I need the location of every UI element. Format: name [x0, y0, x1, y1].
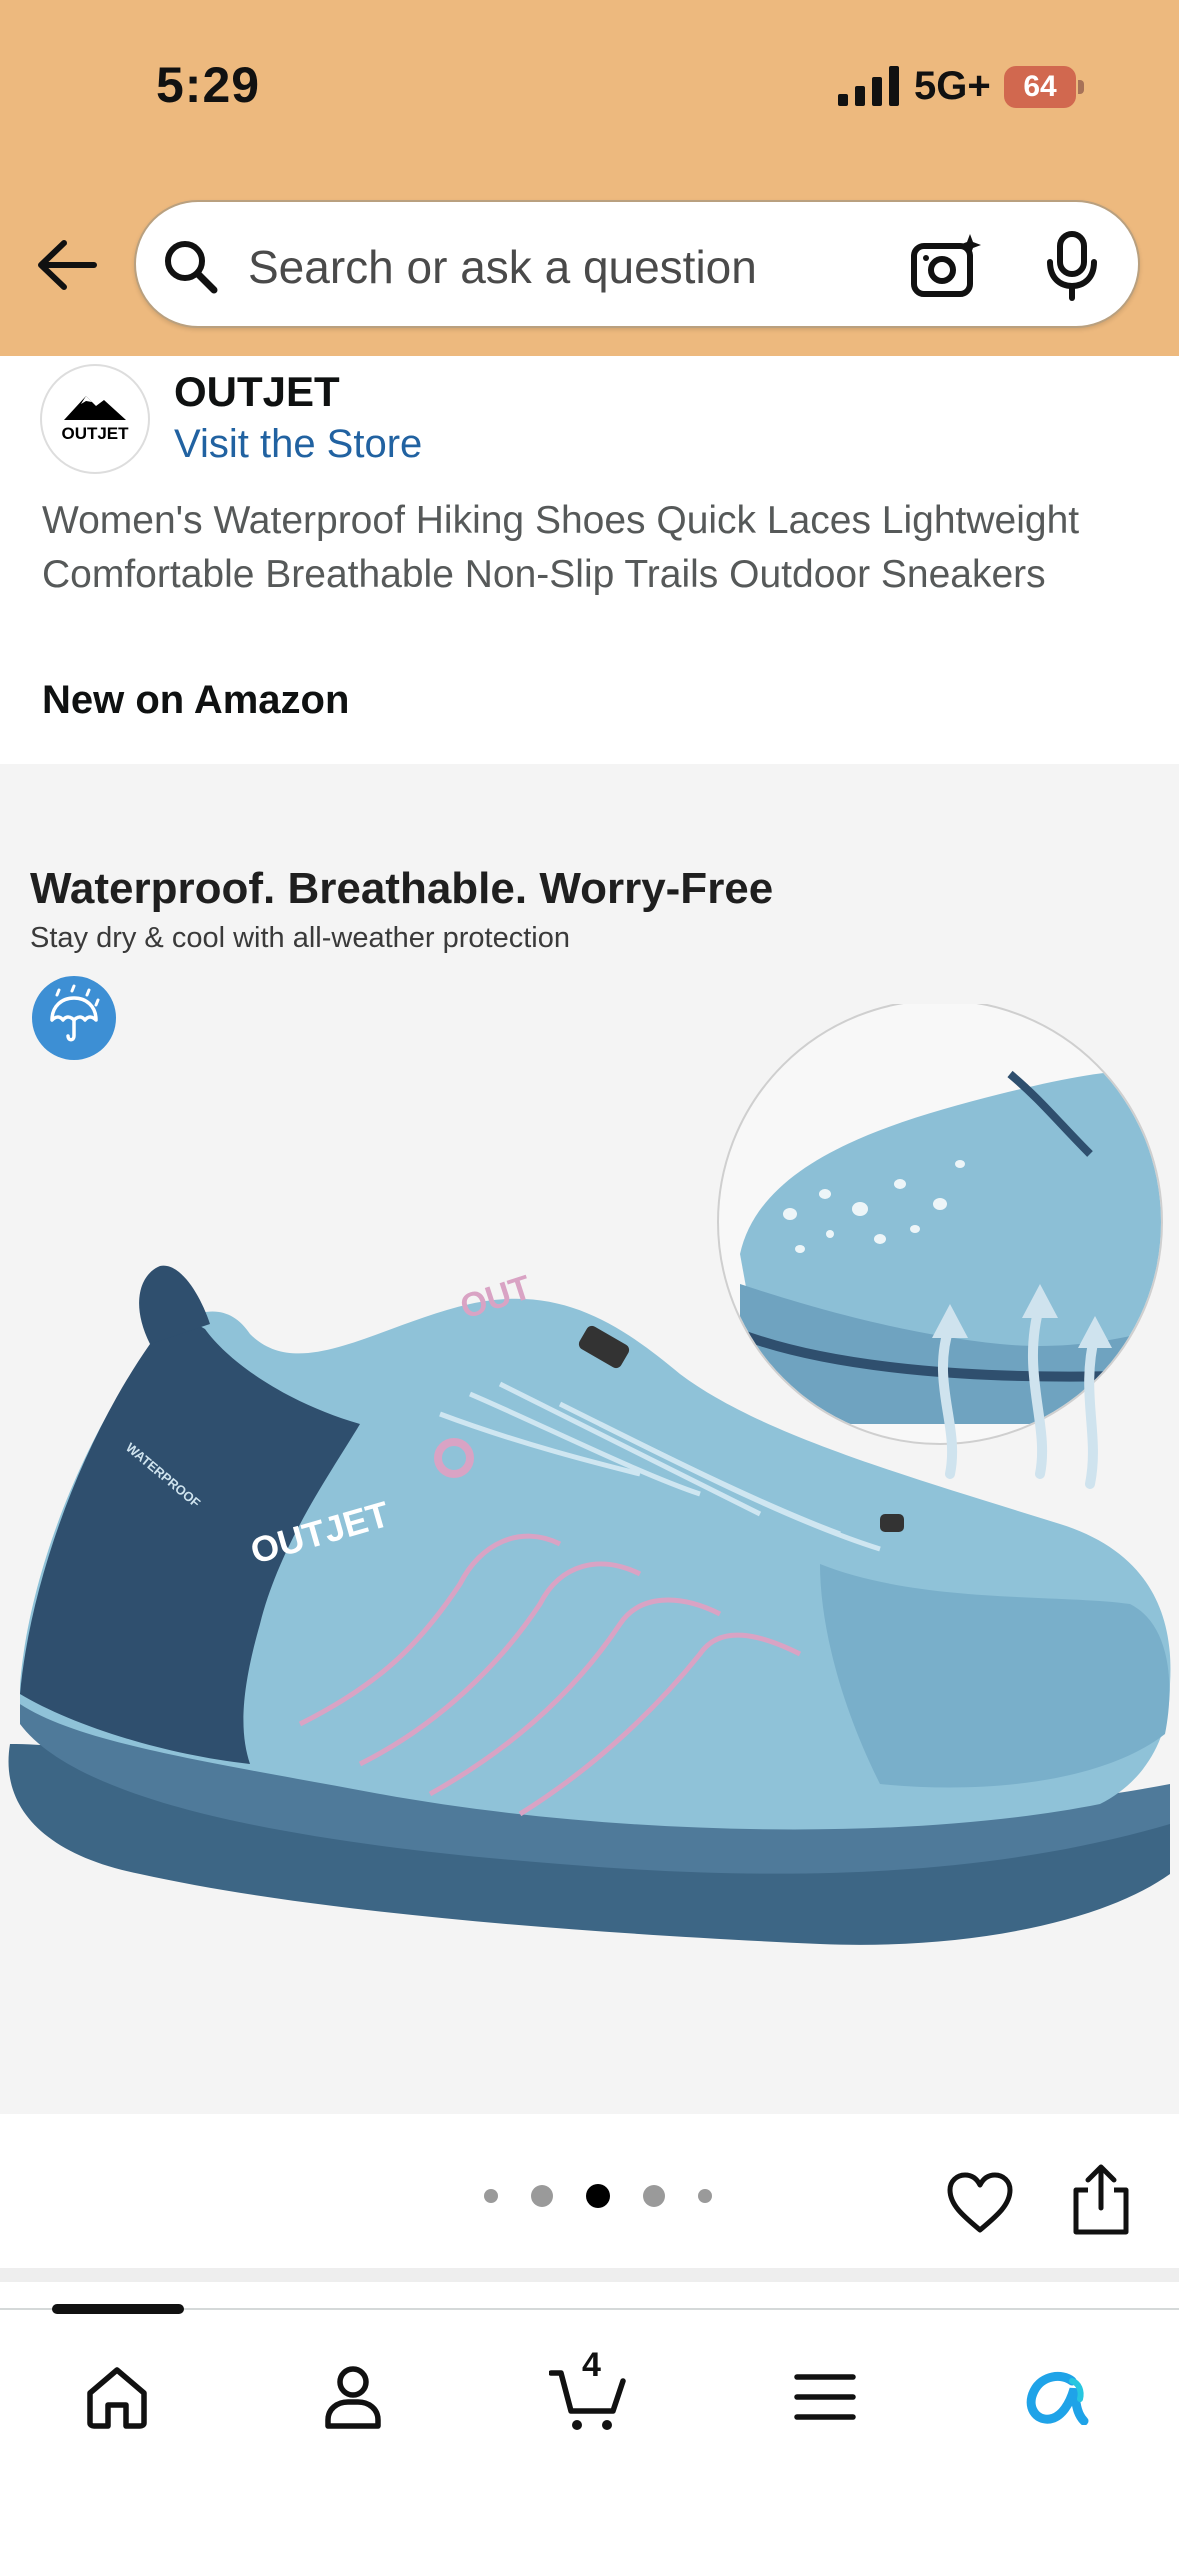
microphone-icon[interactable]: [1044, 230, 1100, 302]
carousel-controls: [0, 2114, 1179, 2268]
menu-icon: [794, 2374, 856, 2420]
home-icon: [87, 2367, 147, 2429]
section-divider: [0, 2268, 1179, 2282]
pagination-dot[interactable]: [484, 2189, 498, 2203]
nav-account[interactable]: [308, 2352, 398, 2442]
battery-icon: 64: [1004, 66, 1086, 108]
new-on-amazon-badge: New on Amazon: [42, 678, 350, 722]
bottom-navigation: 4: [0, 2304, 1179, 2556]
heart-icon[interactable]: [946, 2172, 1014, 2234]
nav-cart[interactable]: 4: [544, 2346, 634, 2442]
product-image[interactable]: Waterproof. Breathable. Worry-Free Stay …: [0, 764, 1179, 2114]
battery-level: 64: [1004, 66, 1076, 108]
pagination-dot-active[interactable]: [586, 2184, 610, 2208]
network-type: 5G+: [914, 64, 991, 108]
cart-count: 4: [582, 2346, 601, 2384]
nav-rufus[interactable]: [1014, 2352, 1104, 2442]
store-name: OUTJET: [174, 368, 340, 415]
image-heading: Waterproof. Breathable. Worry-Free: [30, 864, 774, 913]
back-arrow-icon: [38, 240, 97, 290]
camera-search-icon[interactable]: [910, 232, 982, 300]
product-title: Women's Waterproof Hiking Shoes Quick La…: [42, 499, 1080, 596]
hiking-shoe-illustration: OUTJET WATERPROOF OUT: [8, 1004, 1171, 1945]
back-button[interactable]: [30, 228, 104, 302]
search-bar[interactable]: Search or ask a question: [134, 200, 1140, 328]
pagination-dot[interactable]: [698, 2189, 712, 2203]
store-logo[interactable]: OUTJET: [40, 364, 150, 474]
search-input[interactable]: Search or ask a question: [248, 240, 757, 294]
nav-menu[interactable]: [780, 2352, 870, 2442]
rufus-icon: [1026, 2371, 1089, 2425]
share-icon[interactable]: [1070, 2162, 1132, 2236]
status-time: 5:29: [156, 57, 261, 113]
search-icon: [165, 241, 218, 294]
pagination-dot[interactable]: [531, 2185, 553, 2207]
nav-home[interactable]: [72, 2352, 162, 2442]
app-header: 5:29 5G+ 64 Search or ask a question: [0, 0, 1179, 356]
account-icon: [325, 2366, 381, 2429]
image-subheading: Stay dry & cool with all-weather protect…: [30, 922, 570, 954]
cellular-signal-icon: [838, 66, 899, 106]
active-tab-indicator: [52, 2304, 184, 2314]
visit-store-link[interactable]: Visit the Store: [174, 422, 422, 467]
image-pagination[interactable]: [484, 2184, 745, 2208]
mountain-logo-icon: [64, 396, 126, 420]
pagination-dot[interactable]: [643, 2185, 665, 2207]
store-logo-text: OUTJET: [61, 424, 129, 443]
